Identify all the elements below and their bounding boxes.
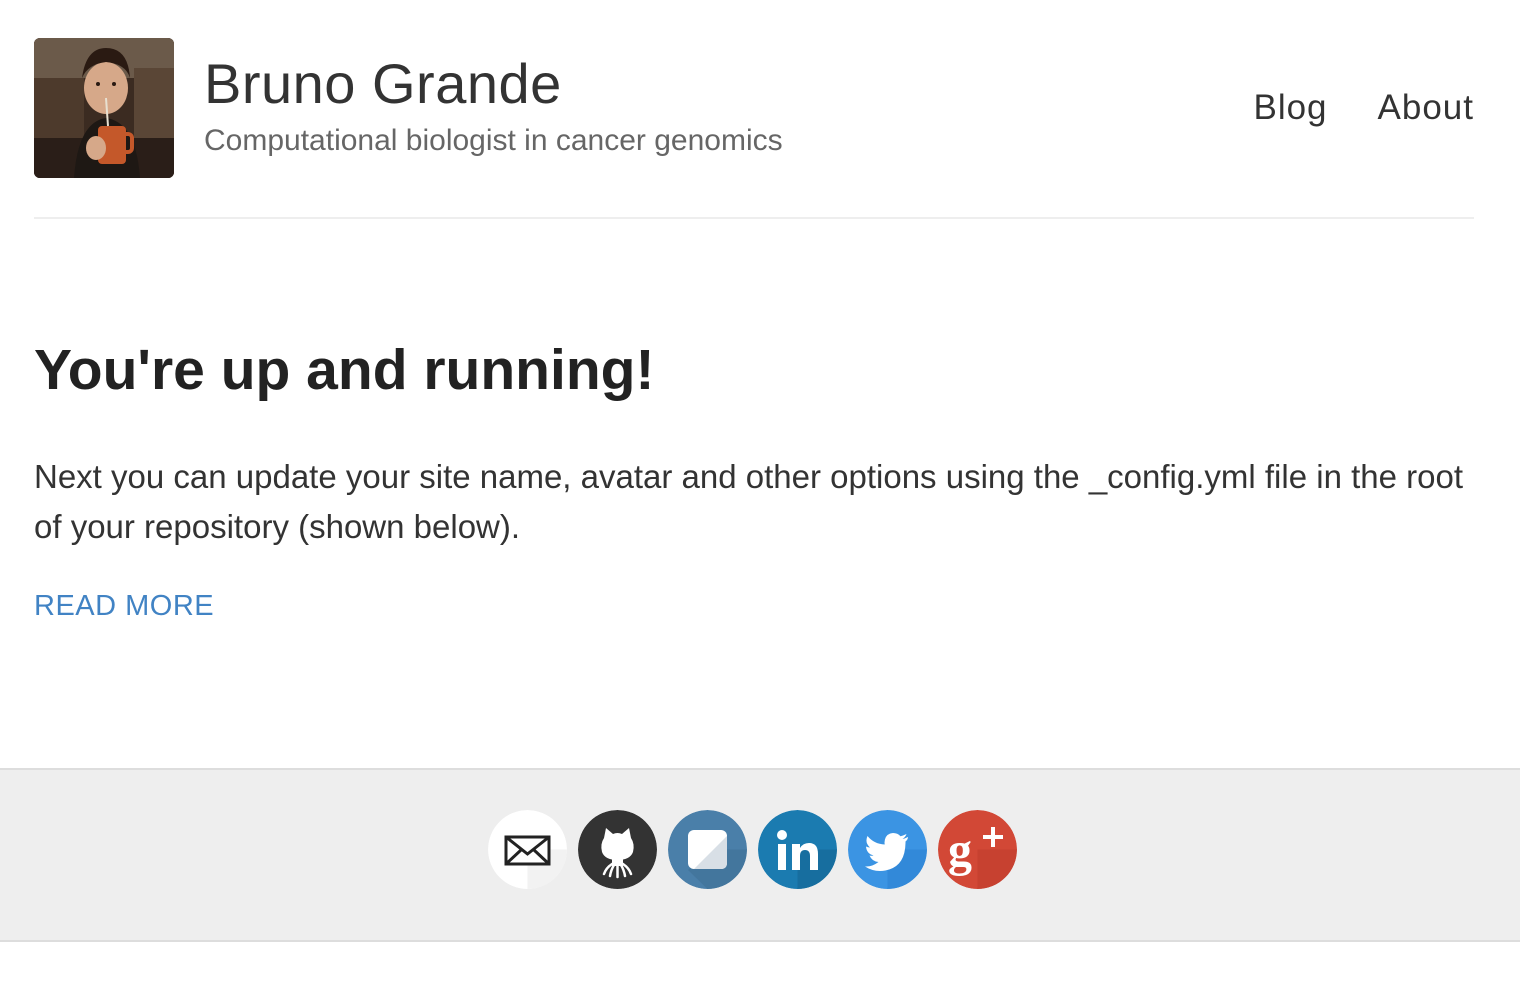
nav-item-about[interactable]: About [1378,90,1474,125]
github-link[interactable] [578,810,657,889]
site-header: Bruno Grande Computational biologist in … [34,38,1474,178]
svg-text:g: g [948,824,972,877]
avatar-photo [34,38,174,178]
header-divider [34,217,1474,219]
post-title[interactable]: You're up and running! [34,338,654,404]
linkedin-link[interactable] [758,810,837,889]
nav-item-blog[interactable]: Blog [1253,90,1327,125]
twitter-link[interactable] [848,810,927,889]
post-excerpt: Next you can update your site name, avat… [34,458,1464,545]
github-icon [578,810,657,889]
googleplus-link[interactable]: g [938,810,1017,889]
linkedin-icon [758,810,837,889]
main-nav: Blog About [1253,90,1474,125]
twitter-icon [848,810,927,889]
read-more-link[interactable]: READ MORE [34,592,214,621]
email-link[interactable] [488,810,567,889]
googleplus-icon: g [938,810,1017,889]
stackexchange-icon [668,810,747,889]
social-links: g [488,810,1017,889]
avatar[interactable] [34,38,174,178]
site-footer: g [0,768,1520,942]
stackexchange-link[interactable] [668,810,747,889]
mail-icon [488,810,567,889]
site-title[interactable]: Bruno Grande [204,56,562,112]
site-description: Computational biologist in cancer genomi… [204,124,783,157]
